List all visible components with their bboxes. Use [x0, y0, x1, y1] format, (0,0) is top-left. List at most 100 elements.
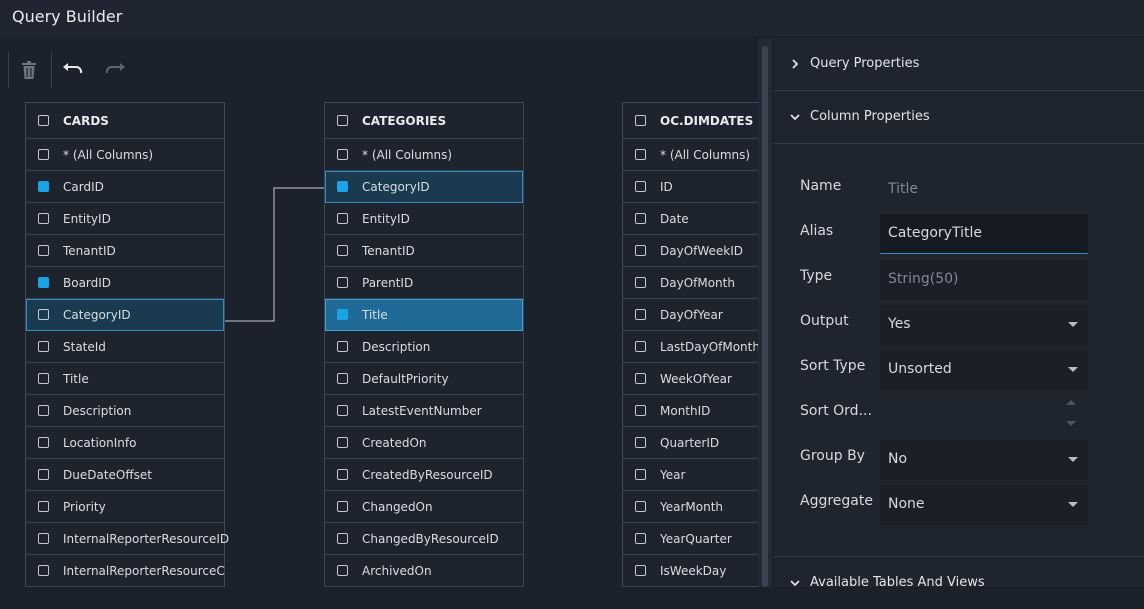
column-row[interactable]: InternalReporterResourceC [26, 555, 225, 587]
checkbox[interactable] [38, 437, 49, 448]
checkbox[interactable] [635, 181, 646, 192]
column-row[interactable]: Description [325, 331, 523, 363]
column-row[interactable]: DayOfWeekID [623, 235, 758, 267]
checkbox[interactable] [38, 115, 49, 126]
column-row[interactable]: YearQuarter [623, 523, 758, 555]
aggregate-select[interactable]: None [880, 485, 1088, 525]
column-row[interactable]: BoardID [26, 267, 224, 299]
checkbox[interactable] [337, 469, 348, 480]
checkbox[interactable] [38, 565, 49, 576]
checkbox[interactable] [38, 501, 49, 512]
checkbox[interactable] [337, 213, 348, 224]
column-row[interactable]: CategoryID [325, 171, 523, 203]
checkbox[interactable] [337, 277, 348, 288]
checkbox[interactable] [635, 277, 646, 288]
column-row[interactable]: Year [623, 459, 758, 491]
checkbox[interactable] [337, 115, 348, 126]
checkbox[interactable] [635, 533, 646, 544]
column-row[interactable]: CreatedOn [325, 427, 523, 459]
table-categories[interactable]: CATEGORIES * (All Columns) CategoryID Entit… [324, 102, 524, 587]
checkbox[interactable] [635, 149, 646, 160]
table-header[interactable]: CATEGORIES [325, 103, 523, 139]
scrollbar-thumb[interactable] [762, 46, 768, 587]
checkbox[interactable] [337, 309, 348, 320]
column-row[interactable]: Description [26, 395, 224, 427]
column-row[interactable]: ChangedByResourceID [325, 523, 523, 555]
column-row[interactable]: CreatedByResourceID [325, 459, 523, 491]
checkbox[interactable] [38, 309, 49, 320]
alias-input[interactable]: CategoryTitle [880, 214, 1088, 254]
checkbox[interactable] [38, 277, 49, 288]
checkbox[interactable] [635, 405, 646, 416]
checkbox[interactable] [635, 437, 646, 448]
checkbox[interactable] [337, 501, 348, 512]
checkbox[interactable] [635, 373, 646, 384]
checkbox[interactable] [38, 181, 49, 192]
column-row[interactable]: ID [623, 171, 758, 203]
checkbox[interactable] [635, 245, 646, 256]
sort-type-select[interactable]: Unsorted [880, 350, 1088, 390]
column-row[interactable]: InternalReporterResourceID [26, 523, 229, 555]
checkbox[interactable] [38, 373, 49, 384]
column-row[interactable]: Priority [26, 491, 224, 523]
checkbox[interactable] [635, 565, 646, 576]
spin-down-icon[interactable] [1066, 421, 1076, 426]
column-row[interactable]: DueDateOffset [26, 459, 224, 491]
checkbox[interactable] [337, 565, 348, 576]
column-row[interactable]: Title [26, 363, 224, 395]
query-properties-section[interactable]: Query Properties [774, 38, 1144, 91]
column-row[interactable]: Title [325, 299, 523, 331]
diagram-canvas[interactable]: CARDS * (All Columns) CardID EntityID Tenant… [0, 38, 758, 587]
checkbox[interactable] [337, 405, 348, 416]
column-row[interactable]: * (All Columns) [26, 139, 224, 171]
canvas-scrollbar[interactable] [758, 38, 772, 587]
checkbox[interactable] [337, 181, 348, 192]
table-header[interactable]: CARDS [26, 103, 224, 139]
column-row[interactable]: DayOfMonth [623, 267, 758, 299]
column-row[interactable]: DefaultPriority [325, 363, 523, 395]
column-row[interactable]: WeekOfYear [623, 363, 758, 395]
checkbox[interactable] [337, 437, 348, 448]
checkbox[interactable] [635, 501, 646, 512]
column-row[interactable]: MonthID [623, 395, 758, 427]
checkbox[interactable] [38, 213, 49, 224]
column-row[interactable]: EntityID [325, 203, 523, 235]
column-row[interactable]: ArchivedOn [325, 555, 523, 587]
table-cards[interactable]: CARDS * (All Columns) CardID EntityID Tenant… [25, 102, 229, 587]
checkbox[interactable] [635, 469, 646, 480]
checkbox[interactable] [38, 245, 49, 256]
column-row[interactable]: Date [623, 203, 758, 235]
checkbox[interactable] [38, 341, 49, 352]
column-row[interactable]: YearMonth [623, 491, 758, 523]
column-row[interactable]: CardID [26, 171, 224, 203]
column-row[interactable]: LatestEventNumber [325, 395, 523, 427]
column-row[interactable]: TenantID [325, 235, 523, 267]
output-select[interactable]: Yes [880, 305, 1088, 345]
checkbox[interactable] [337, 533, 348, 544]
column-row[interactable]: LastDayOfMonth [623, 331, 758, 363]
column-row[interactable]: IsWeekDay [623, 555, 758, 587]
checkbox[interactable] [38, 149, 49, 160]
checkbox[interactable] [38, 533, 49, 544]
checkbox[interactable] [635, 213, 646, 224]
column-row[interactable]: QuarterID [623, 427, 758, 459]
column-row[interactable]: StateId [26, 331, 224, 363]
checkbox[interactable] [635, 115, 646, 126]
checkbox[interactable] [337, 373, 348, 384]
table-oc-dimdates[interactable]: OC.DIMDATES * (All Columns) ID Date DayOfWee… [622, 102, 758, 587]
column-row[interactable]: * (All Columns) [623, 139, 758, 171]
column-row[interactable]: LocationInfo [26, 427, 224, 459]
column-row[interactable]: DayOfYear [623, 299, 758, 331]
table-header[interactable]: OC.DIMDATES [623, 103, 758, 139]
column-row[interactable]: ParentID [325, 267, 523, 299]
checkbox[interactable] [337, 341, 348, 352]
available-tables-section[interactable]: Available Tables And Views [774, 556, 1144, 609]
checkbox[interactable] [38, 405, 49, 416]
column-row[interactable]: TenantID [26, 235, 224, 267]
sort-order-stepper[interactable] [880, 395, 1088, 435]
checkbox[interactable] [337, 245, 348, 256]
column-row[interactable]: CategoryID [26, 299, 224, 331]
column-properties-section[interactable]: Column Properties [774, 91, 1144, 144]
spin-up-icon[interactable] [1066, 400, 1076, 405]
column-row[interactable]: EntityID [26, 203, 224, 235]
